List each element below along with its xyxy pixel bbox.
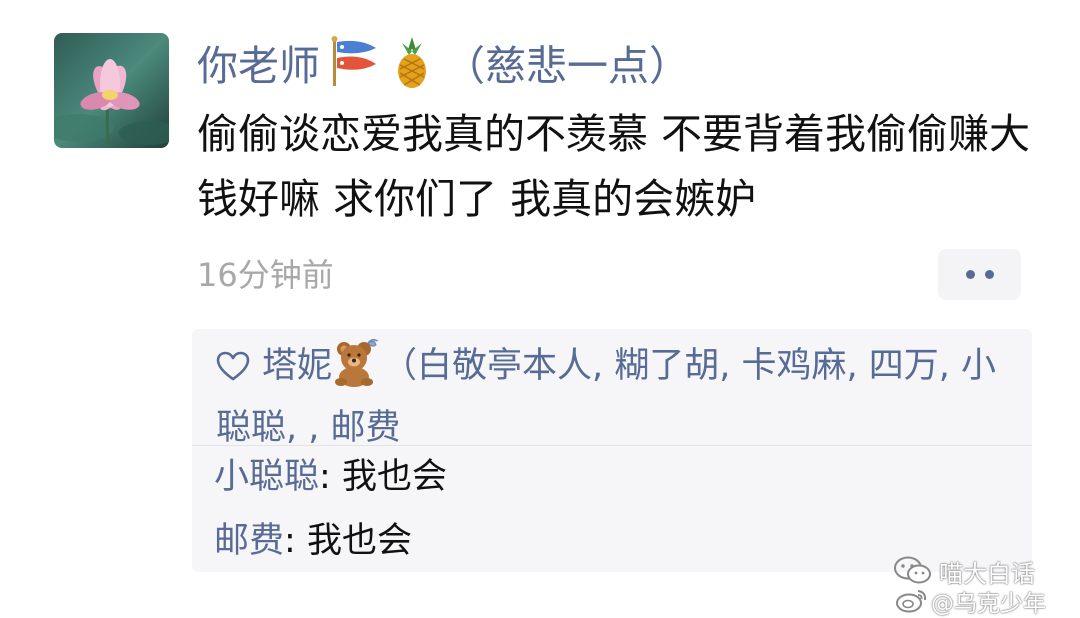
likes-comments-panel: 塔妮 （白敬亭本人, 糊了胡, 卡鸡麻, 四万, 小聪聪, , 邮费 小聪聪: … <box>192 329 1032 572</box>
post-author-line: 你老师 （慈悲一点） <box>197 30 690 94</box>
avatar[interactable] <box>54 33 169 148</box>
weibo-icon <box>896 587 928 617</box>
dot-icon <box>965 270 975 279</box>
like-comment-menu-button[interactable] <box>938 249 1021 300</box>
teddy-bear-icon <box>332 338 382 402</box>
post-timestamp: 16分钟前 <box>197 256 334 294</box>
divider <box>192 445 1032 446</box>
liker-name[interactable]: 塔妮 <box>262 346 332 386</box>
wechat-icon <box>893 555 933 591</box>
post-author-suffix: （慈悲一点） <box>444 42 690 90</box>
pineapple-icon <box>390 35 434 89</box>
carp-streamer-icon <box>330 36 380 88</box>
comment-separator: : <box>319 457 342 497</box>
comment-item[interactable]: 小聪聪: 我也会 <box>214 454 447 500</box>
comment-text: 我也会 <box>306 521 412 561</box>
heart-outline-icon <box>216 344 250 396</box>
comment-item[interactable]: 邮费: 我也会 <box>214 518 412 564</box>
dot-icon <box>984 270 994 279</box>
watermark-handle: @乌克少年 <box>931 591 1046 617</box>
likes-list: 塔妮 （白敬亭本人, 糊了胡, 卡鸡麻, 四万, 小聪聪, , 邮费 <box>216 338 1016 454</box>
comment-author[interactable]: 小聪聪 <box>214 457 319 497</box>
post-text: 偷偷谈恋爱我真的不羡慕 不要背着我偷偷赚大钱好嘛 求你们了 我真的会嫉妒 <box>197 110 1031 223</box>
lotus-avatar-image <box>54 33 169 148</box>
comment-author[interactable]: 邮费 <box>214 521 284 561</box>
post-author-name[interactable]: 你老师 <box>197 32 320 92</box>
watermark: 喵大白话 @乌克少年 <box>893 552 1073 617</box>
comment-text: 我也会 <box>341 457 447 497</box>
comment-separator: : <box>284 521 307 561</box>
